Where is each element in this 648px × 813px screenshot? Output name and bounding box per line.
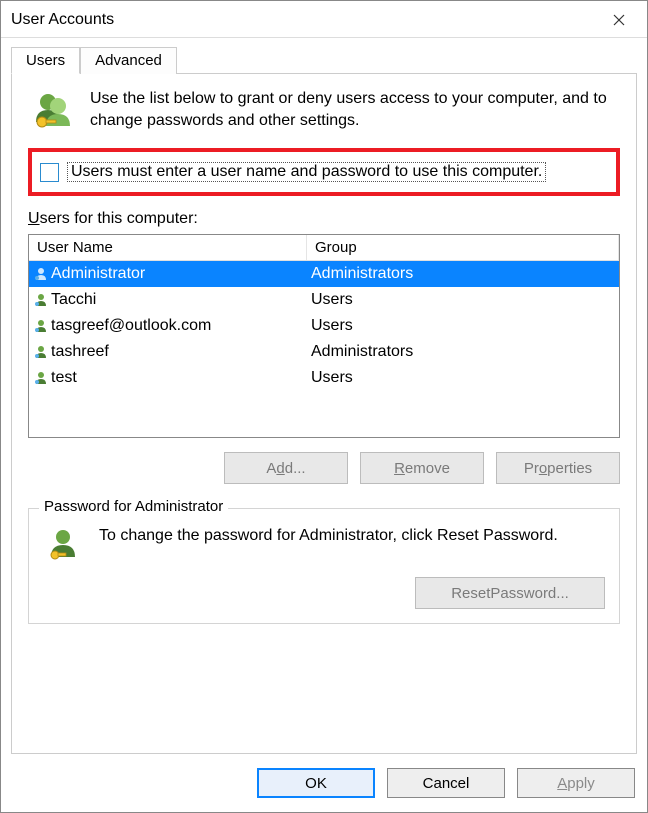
table-row[interactable]: tasgreef@outlook.com Users: [29, 313, 619, 339]
cancel-button[interactable]: Cancel: [387, 768, 505, 798]
dialog-button-row: OK Cancel Apply: [1, 768, 635, 798]
cell-username: test: [29, 367, 307, 389]
password-groupbox: Password for Administrator To change the…: [28, 508, 620, 624]
column-header-username[interactable]: User Name: [29, 235, 307, 260]
tab-users[interactable]: Users: [11, 47, 80, 74]
password-content: To change the password for Administrator…: [43, 525, 605, 565]
username-text: Administrator: [51, 265, 145, 283]
user-icon: [33, 370, 49, 386]
users-table[interactable]: User Name Group AdministratorAdministrat…: [28, 234, 620, 438]
add-button[interactable]: Add...: [224, 452, 348, 484]
column-header-group[interactable]: Group: [307, 235, 619, 260]
password-instruction-text: To change the password for Administrator…: [99, 525, 558, 565]
user-icon: [33, 318, 49, 334]
close-icon: [613, 14, 625, 26]
must-enter-credentials-label[interactable]: Users must enter a user name and passwor…: [67, 162, 546, 182]
must-enter-credentials-checkbox[interactable]: [40, 163, 59, 182]
window-title: User Accounts: [11, 11, 114, 29]
username-text: Tacchi: [51, 291, 96, 309]
ok-button[interactable]: OK: [257, 768, 375, 798]
cell-group: Administrators: [307, 341, 417, 363]
users-table-header: User Name Group: [29, 235, 619, 261]
username-text: test: [51, 369, 77, 387]
user-icon: [33, 344, 49, 360]
cell-username: Administrator: [29, 263, 307, 285]
ok-label: OK: [305, 775, 327, 792]
tab-strip: Users Advanced: [11, 46, 637, 74]
tab-panel-users: Use the list below to grant or deny user…: [11, 74, 637, 754]
cell-username: tasgreef@outlook.com: [29, 315, 307, 337]
properties-button[interactable]: Properties: [496, 452, 620, 484]
intro-text: Use the list below to grant or deny user…: [90, 88, 620, 136]
must-enter-credentials-row: Users must enter a user name and passwor…: [28, 148, 620, 196]
users-keys-icon: [28, 88, 76, 136]
reset-password-row: Reset Password...: [43, 577, 605, 609]
username-text: tasgreef@outlook.com: [51, 317, 211, 335]
cell-username: Tacchi: [29, 289, 307, 311]
password-groupbox-title: Password for Administrator: [39, 498, 228, 515]
tab-advanced-label: Advanced: [95, 52, 162, 69]
cell-group: Users: [307, 367, 357, 389]
tab-advanced[interactable]: Advanced: [80, 47, 177, 74]
tab-users-label: Users: [26, 52, 65, 69]
cell-username: tashreef: [29, 341, 307, 363]
user-icon: [33, 266, 49, 282]
close-button[interactable]: [599, 7, 639, 33]
cancel-label: Cancel: [423, 775, 470, 792]
table-row[interactable]: Administrator Administrators: [29, 261, 619, 287]
intro-row: Use the list below to grant or deny user…: [28, 88, 620, 136]
reset-password-button[interactable]: Reset Password...: [415, 577, 605, 609]
cell-group: Users: [307, 315, 357, 337]
user-key-icon: [43, 525, 83, 565]
cell-group: Administrators: [307, 263, 417, 285]
apply-button[interactable]: Apply: [517, 768, 635, 798]
remove-button[interactable]: Remove: [360, 452, 484, 484]
cell-group: Users: [307, 289, 357, 311]
users-for-computer-label: Users for this computer:: [28, 210, 620, 228]
table-row[interactable]: tashreef Administrators: [29, 339, 619, 365]
user-buttons-row: Add... Remove Properties: [28, 452, 620, 484]
user-icon: [33, 292, 49, 308]
table-row[interactable]: Tacchi Users: [29, 287, 619, 313]
username-text: tashreef: [51, 343, 109, 361]
table-row[interactable]: test Users: [29, 365, 619, 391]
titlebar: User Accounts: [1, 1, 647, 38]
